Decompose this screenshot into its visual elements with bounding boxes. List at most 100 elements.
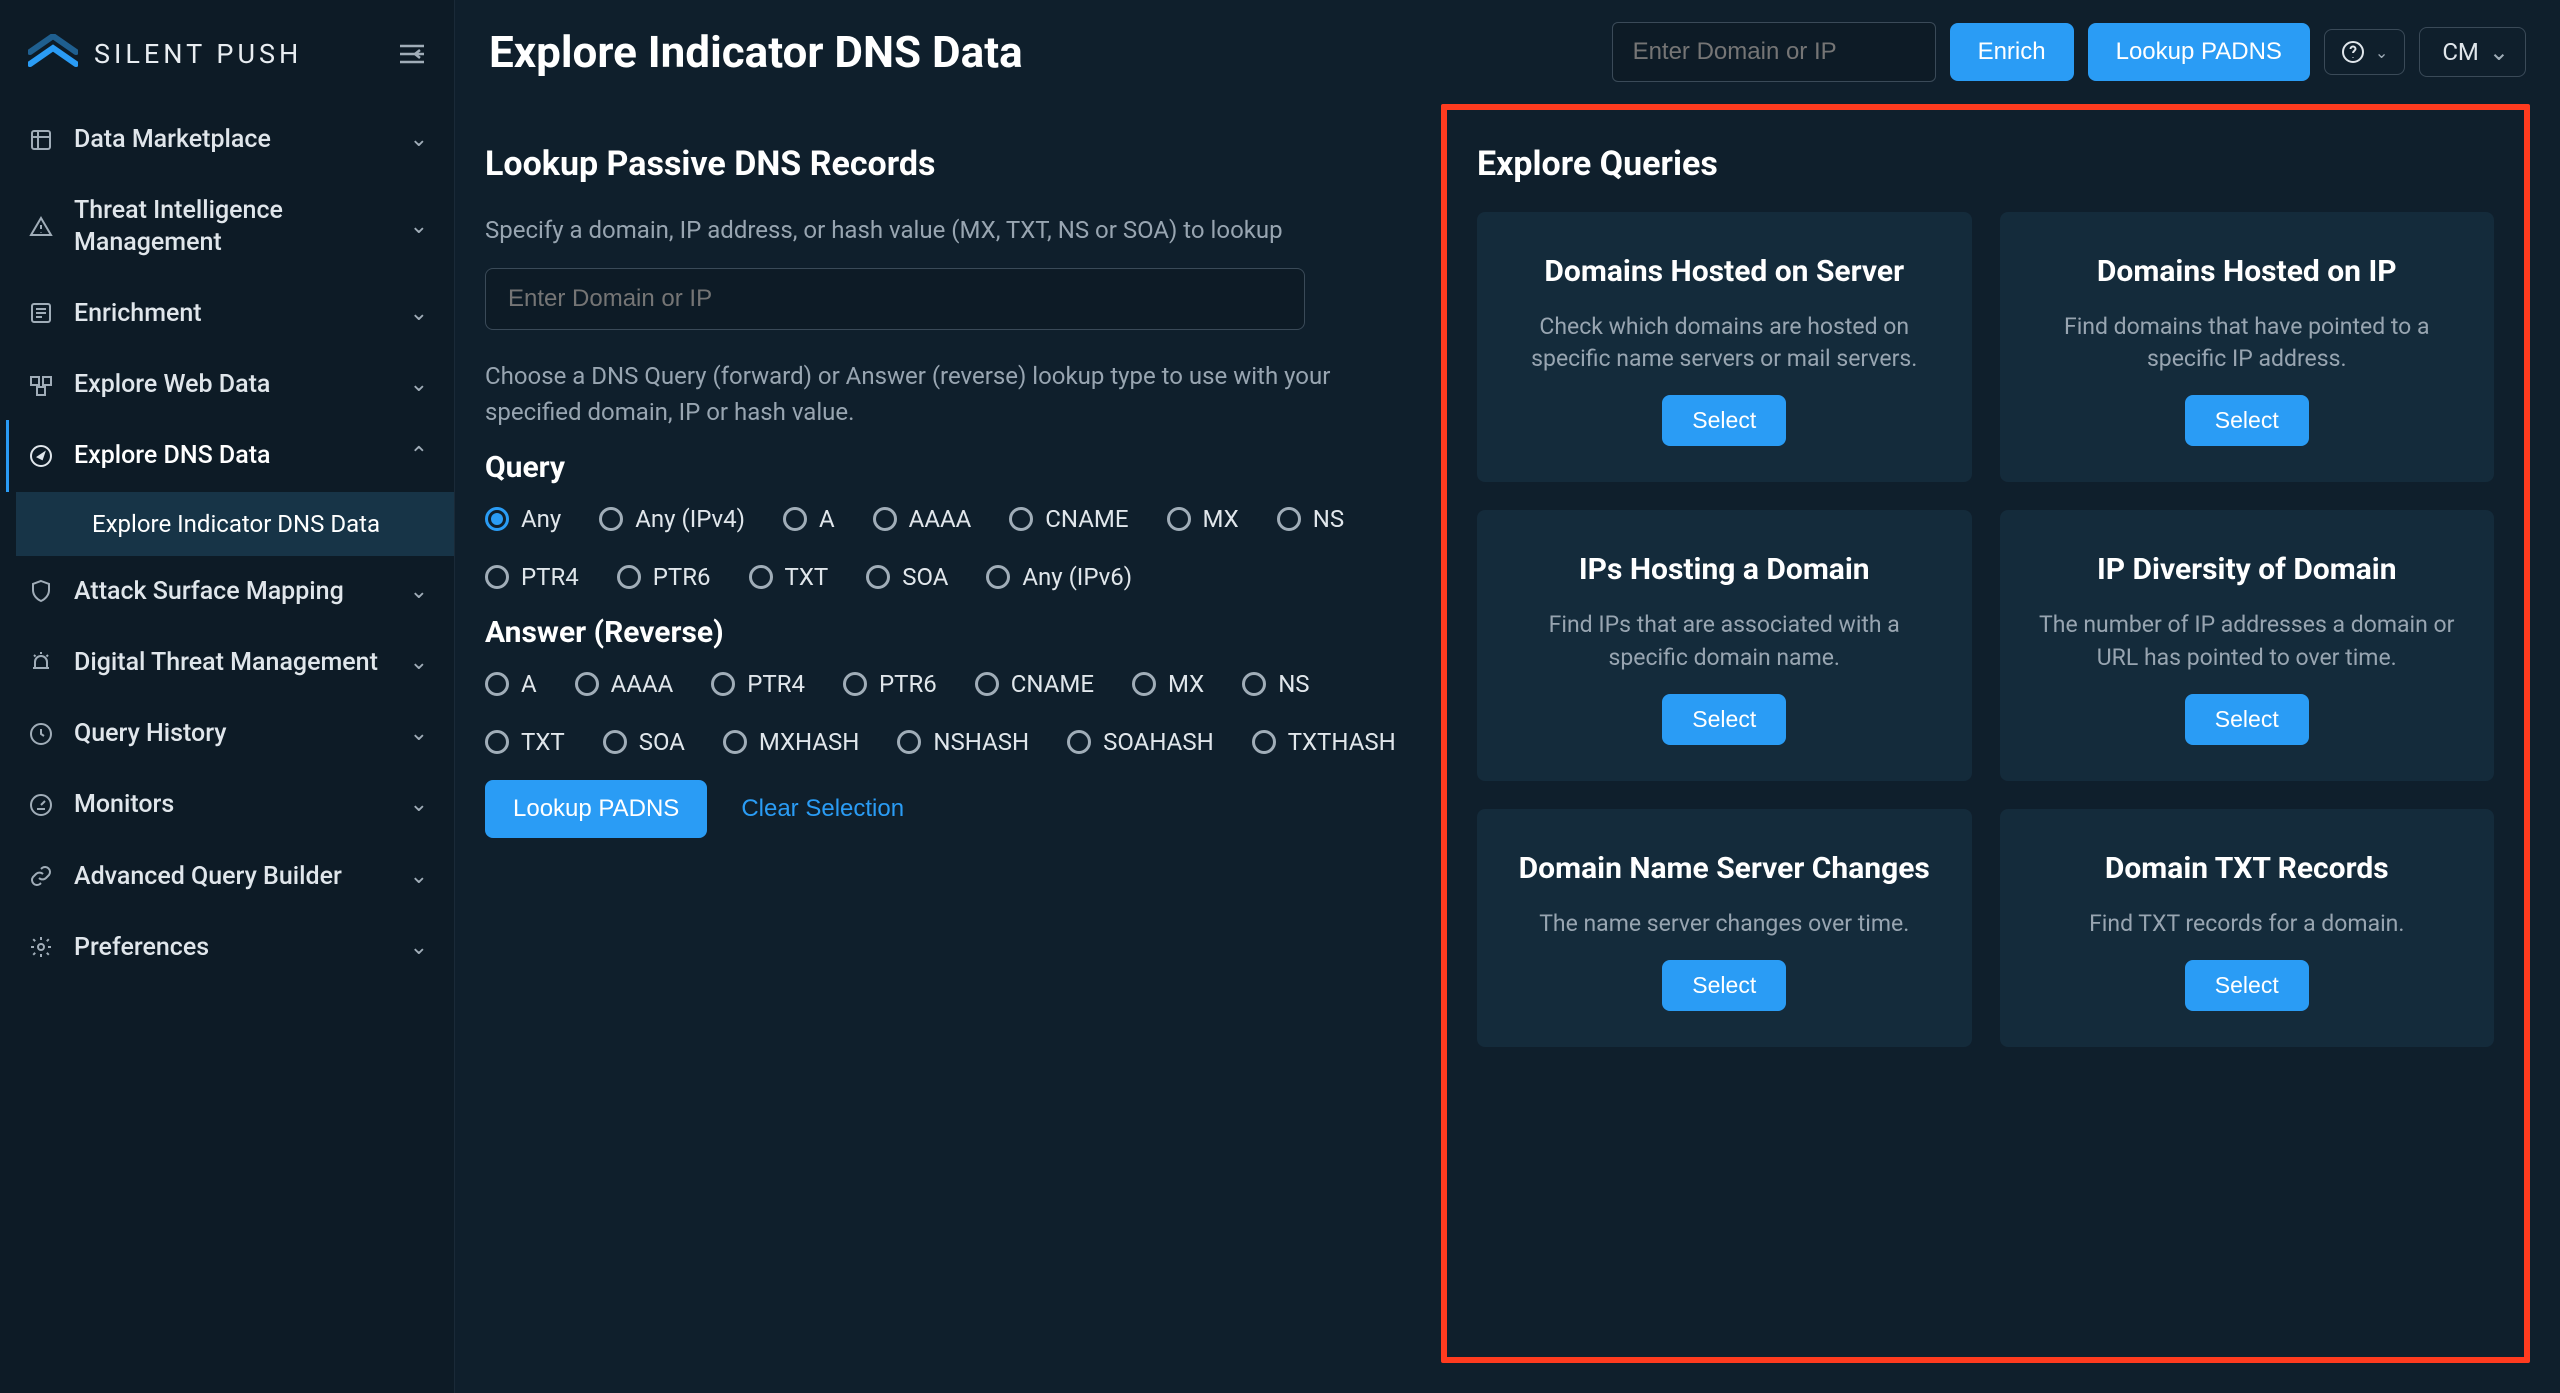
shield-icon — [28, 578, 54, 604]
radio-icon — [897, 730, 921, 754]
lookup-padns-button[interactable]: Lookup PADNS — [485, 780, 707, 838]
page-title: Explore Indicator DNS Data — [489, 26, 1596, 78]
answer-radio[interactable]: AAAA — [575, 670, 674, 698]
radio-icon — [723, 730, 747, 754]
chevron-down-icon: ⌄ — [410, 579, 428, 604]
grid-icon — [28, 127, 54, 153]
radio-label: MX — [1168, 670, 1204, 698]
radio-icon — [749, 565, 773, 589]
select-button[interactable]: Select — [1662, 960, 1786, 1011]
chevron-up-icon: ⌃ — [410, 443, 428, 468]
sidebar-item-label: Threat Intelligence Management — [74, 195, 390, 258]
clear-selection-button[interactable]: Clear Selection — [731, 780, 914, 838]
help-menu[interactable]: ⌄ — [2324, 29, 2405, 75]
answer-radio[interactable]: SOAHASH — [1067, 728, 1214, 756]
card-title: Domain TXT Records — [2105, 849, 2389, 888]
answer-radio[interactable]: PTR6 — [843, 670, 937, 698]
content: Lookup Passive DNS Records Specify a dom… — [455, 104, 2560, 1393]
sidebar-item-attack-surface[interactable]: Attack Surface Mapping ⌄ — [0, 556, 454, 627]
answer-radio[interactable]: CNAME — [975, 670, 1094, 698]
explore-cards-grid: Domains Hosted on ServerCheck which doma… — [1477, 212, 2494, 1047]
sidebar-subitem-explore-indicator[interactable]: Explore Indicator DNS Data — [16, 492, 454, 556]
radio-icon — [975, 672, 999, 696]
radio-label: NSHASH — [933, 728, 1029, 756]
select-button[interactable]: Select — [1662, 395, 1786, 446]
answer-radio[interactable]: MXHASH — [723, 728, 860, 756]
sidebar-item-explore-dns[interactable]: Explore DNS Data ⌃ — [0, 420, 454, 491]
gauge-icon — [28, 792, 54, 818]
radio-label: SOA — [639, 728, 685, 756]
chevron-down-icon: ⌄ — [410, 372, 428, 397]
chevron-down-icon: ⌄ — [410, 864, 428, 889]
query-radio[interactable]: MX — [1167, 505, 1239, 533]
query-radio[interactable]: NS — [1277, 505, 1344, 533]
answer-radio[interactable]: A — [485, 670, 537, 698]
radio-icon — [873, 507, 897, 531]
collapse-sidebar-icon[interactable] — [398, 42, 426, 66]
search-input[interactable] — [1612, 22, 1936, 82]
query-radio[interactable]: TXT — [749, 563, 829, 591]
radio-label: Any (IPv6) — [1022, 563, 1132, 591]
answer-radio[interactable]: MX — [1132, 670, 1204, 698]
explore-title: Explore Queries — [1477, 144, 2494, 184]
radio-icon — [1167, 507, 1191, 531]
query-radio[interactable]: Any — [485, 505, 561, 533]
sidebar-item-monitors[interactable]: Monitors ⌄ — [0, 769, 454, 840]
query-radio[interactable]: PTR4 — [485, 563, 579, 591]
select-button[interactable]: Select — [2185, 694, 2309, 745]
nav: Data Marketplace ⌄ Threat Intelligence M… — [0, 104, 454, 983]
radio-label: SOA — [902, 563, 948, 591]
sidebar-item-label: Attack Surface Mapping — [74, 576, 390, 607]
chevron-down-icon: ⌄ — [410, 650, 428, 675]
sidebar-item-digital-threat[interactable]: Digital Threat Management ⌄ — [0, 627, 454, 698]
explore-queries-panel: Explore Queries Domains Hosted on Server… — [1441, 104, 2530, 1363]
query-radio[interactable]: PTR6 — [617, 563, 711, 591]
card-desc: Check which domains are hosted on specif… — [1511, 311, 1938, 375]
query-radio[interactable]: CNAME — [1009, 505, 1128, 533]
enrich-button[interactable]: Enrich — [1950, 23, 2074, 81]
sidebar: SILENT PUSH Data Marketplace ⌄ Threat In… — [0, 0, 455, 1393]
card-title: IP Diversity of Domain — [2097, 550, 2397, 589]
list-icon — [28, 300, 54, 326]
sidebar-item-threat-intel[interactable]: Threat Intelligence Management ⌄ — [0, 175, 454, 278]
chevron-down-icon: ⌄ — [2375, 43, 2388, 62]
radio-label: CNAME — [1045, 505, 1128, 533]
lookup-padns-header-button[interactable]: Lookup PADNS — [2088, 23, 2310, 81]
select-button[interactable]: Select — [1662, 694, 1786, 745]
lookup-spec-desc: Specify a domain, IP address, or hash va… — [485, 212, 1415, 248]
sidebar-item-preferences[interactable]: Preferences ⌄ — [0, 912, 454, 983]
answer-radio[interactable]: SOA — [603, 728, 685, 756]
answer-radio-group: AAAAAPTR4PTR6CNAMEMXNSTXTSOAMXHASHNSHASH… — [485, 670, 1415, 756]
answer-radio[interactable]: TXTHASH — [1252, 728, 1396, 756]
radio-label: NS — [1278, 670, 1309, 698]
sidebar-item-adv-query[interactable]: Advanced Query Builder ⌄ — [0, 841, 454, 912]
query-radio[interactable]: Any (IPv4) — [599, 505, 745, 533]
radio-icon — [485, 507, 509, 531]
chevron-down-icon: ⌄ — [410, 301, 428, 326]
radio-icon — [1067, 730, 1091, 754]
radio-label: PTR4 — [747, 670, 805, 698]
select-button[interactable]: Select — [2185, 395, 2309, 446]
query-radio[interactable]: SOA — [866, 563, 948, 591]
radio-label: TXT — [785, 563, 829, 591]
main: Explore Indicator DNS Data Enrich Lookup… — [455, 0, 2560, 1393]
radio-icon — [603, 730, 627, 754]
explore-card: IP Diversity of DomainThe number of IP a… — [2000, 510, 2495, 780]
query-radio[interactable]: A — [783, 505, 835, 533]
domain-input[interactable] — [485, 268, 1305, 330]
sidebar-item-query-history[interactable]: Query History ⌄ — [0, 698, 454, 769]
lookup-section-title: Lookup Passive DNS Records — [485, 144, 1415, 184]
sidebar-item-enrichment[interactable]: Enrichment ⌄ — [0, 278, 454, 349]
sidebar-item-data-marketplace[interactable]: Data Marketplace ⌄ — [0, 104, 454, 175]
answer-radio[interactable]: NS — [1242, 670, 1309, 698]
user-menu[interactable]: CM ⌄ — [2419, 27, 2526, 77]
sidebar-item-explore-web[interactable]: Explore Web Data ⌄ — [0, 349, 454, 420]
answer-radio[interactable]: TXT — [485, 728, 565, 756]
web-icon — [28, 372, 54, 398]
query-radio[interactable]: AAAA — [873, 505, 972, 533]
radio-label: PTR6 — [653, 563, 711, 591]
answer-radio[interactable]: NSHASH — [897, 728, 1029, 756]
query-radio[interactable]: Any (IPv6) — [986, 563, 1132, 591]
select-button[interactable]: Select — [2185, 960, 2309, 1011]
answer-radio[interactable]: PTR4 — [711, 670, 805, 698]
